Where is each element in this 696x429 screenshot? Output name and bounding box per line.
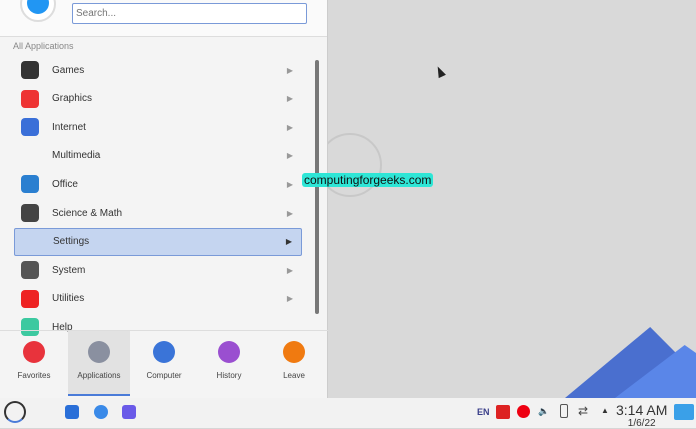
- tab-label: Leave: [283, 371, 305, 380]
- volume-icon[interactable]: 🔈: [538, 406, 549, 417]
- category-label: Graphics: [52, 93, 93, 105]
- category-icon: [21, 147, 39, 165]
- category-office[interactable]: Office ▶: [14, 170, 302, 198]
- tab-label: Computer: [146, 371, 182, 380]
- taskbar-app-icon[interactable]: [122, 405, 136, 419]
- category-games[interactable]: Games ▶: [14, 56, 302, 84]
- chevron-right-icon: ▶: [286, 65, 293, 75]
- scrollbar[interactable]: [315, 60, 319, 314]
- category-icon: [21, 204, 39, 222]
- watermark: computingforgeeks.com: [302, 173, 434, 187]
- application-launcher: All Applications Games▶Graphics▶Internet…: [0, 0, 328, 398]
- usb-icon[interactable]: [560, 404, 568, 418]
- category-label: Internet: [52, 121, 86, 133]
- category-label: Settings: [53, 236, 90, 248]
- chevron-right-icon: ▶: [286, 94, 293, 104]
- category-label: Office: [52, 178, 78, 190]
- clock-date: 1/6/22: [627, 418, 656, 429]
- search-input[interactable]: [72, 3, 307, 24]
- tab-computer[interactable]: Computer: [133, 331, 195, 396]
- category-multimedia[interactable]: Multimedia ▶: [14, 142, 302, 170]
- tab-label: Favorites: [17, 371, 51, 380]
- leave-icon: [283, 341, 305, 363]
- category-icon: [21, 175, 39, 194]
- taskbar-app-icon[interactable]: [65, 405, 79, 419]
- clock[interactable]: 3:14 AM 1/6/22: [616, 402, 667, 429]
- category-icon: [21, 118, 39, 137]
- taskbar: EN 🔈 ⇄ ▲: [0, 398, 696, 428]
- tab-label: History: [216, 371, 242, 380]
- history-icon: [218, 341, 240, 363]
- category-icon: [21, 61, 39, 79]
- category-icon: [21, 89, 39, 108]
- chevron-right-icon: ▶: [286, 208, 293, 218]
- category-settings[interactable]: Settings ▶: [14, 227, 302, 256]
- chevron-right-icon: ▶: [285, 237, 292, 247]
- chevron-right-icon: ▶: [286, 151, 293, 161]
- network-icon[interactable]: ⇄: [578, 404, 588, 418]
- clock-time: 3:14 AM: [616, 402, 668, 418]
- category-internet[interactable]: Internet ▶: [14, 113, 302, 141]
- chevron-right-icon: ▶: [286, 179, 293, 189]
- category-label: Multimedia: [52, 150, 101, 162]
- category-icon: [21, 289, 39, 308]
- tab-leave[interactable]: Leave: [263, 331, 325, 396]
- category-label: Utilities: [52, 293, 85, 305]
- keyboard-layout[interactable]: EN: [477, 407, 490, 417]
- upload-icon[interactable]: [517, 405, 530, 418]
- tab-label: Applications: [77, 371, 121, 380]
- user-avatar[interactable]: [20, 0, 56, 22]
- mouse-cursor-icon: [434, 64, 446, 79]
- tab-history[interactable]: History: [198, 331, 260, 396]
- files-icon[interactable]: [674, 404, 694, 420]
- update-icon[interactable]: [496, 405, 510, 419]
- chevron-right-icon: ▶: [286, 294, 293, 304]
- launcher-tabs: Favorites Applications Computer History Leav…: [0, 330, 328, 396]
- category-label: System: [52, 264, 86, 276]
- category-utilities[interactable]: Utilities ▶: [14, 285, 302, 313]
- tab-favorites[interactable]: Favorites: [3, 331, 65, 396]
- chevron-right-icon: ▶: [286, 265, 293, 275]
- category-icon: [22, 233, 40, 251]
- category-system[interactable]: System ▶: [14, 256, 302, 284]
- tab-applications[interactable]: Applications: [68, 331, 130, 396]
- section-header: All Applications: [13, 41, 74, 51]
- computer-icon: [153, 341, 175, 363]
- favorites-icon: [23, 341, 45, 363]
- category-label: Games: [52, 64, 85, 76]
- applications-icon: [88, 341, 110, 363]
- category-label: Science & Math: [52, 207, 123, 219]
- taskbar-app-icon[interactable]: [94, 405, 108, 419]
- category-science-math[interactable]: Science & Math ▶: [14, 199, 302, 227]
- chevron-right-icon: ▶: [286, 122, 293, 132]
- category-icon: [21, 261, 39, 280]
- category-graphics[interactable]: Graphics ▶: [14, 85, 302, 113]
- expand-tray-icon[interactable]: ▲: [601, 406, 609, 415]
- launcher-button[interactable]: [4, 401, 26, 423]
